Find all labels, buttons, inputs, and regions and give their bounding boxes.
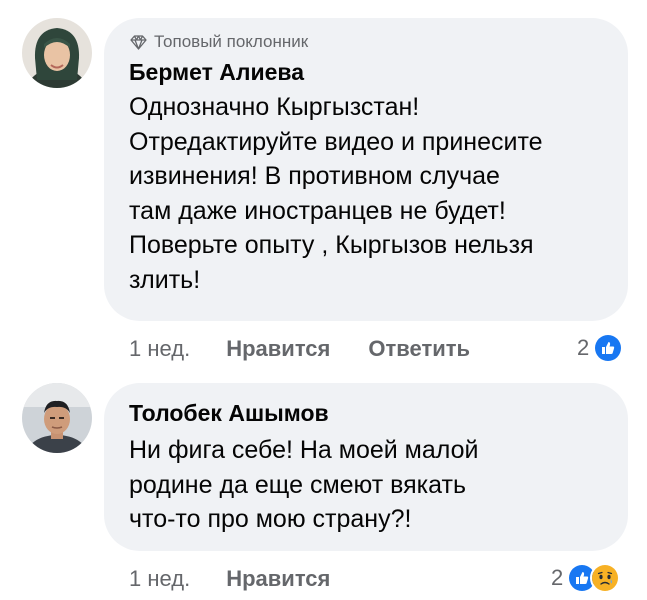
comment-author[interactable]: Толобек Ашымов: [129, 399, 329, 427]
avatar[interactable]: [22, 18, 92, 88]
reaction-summary[interactable]: 2: [577, 333, 624, 363]
comment-timestamp[interactable]: 1 нед.: [129, 336, 190, 362]
reaction-count: 2: [551, 565, 564, 590]
like-button[interactable]: Нравится: [226, 336, 330, 362]
avatar[interactable]: [22, 383, 92, 453]
comment-text: Ни фига себе! На моей малой родине да ещ…: [129, 436, 479, 533]
sad-icon: [590, 563, 621, 593]
like-button[interactable]: Нравится: [226, 566, 330, 592]
reply-button[interactable]: Ответить: [368, 336, 470, 362]
comment-actions: 1 нед. Нравится Ответить: [129, 336, 508, 362]
badge-label: Топовый поклонник: [154, 32, 309, 51]
reaction-count: 2: [577, 335, 590, 360]
top-fan-badge: Топовый поклонник: [130, 32, 308, 52]
avatar-image: [22, 18, 92, 88]
reaction-summary[interactable]: 2: [551, 563, 621, 593]
like-icon: [593, 333, 624, 363]
diamond-icon: [130, 34, 147, 50]
avatar-image: [22, 383, 92, 453]
comment-timestamp[interactable]: 1 нед.: [129, 566, 190, 592]
comment-text: Однозначно Кыргызстан! Отредактируйте ви…: [129, 93, 543, 294]
comment-author[interactable]: Бермет Алиева: [129, 58, 304, 86]
comment-actions: 1 нед. Нравится: [129, 566, 368, 592]
